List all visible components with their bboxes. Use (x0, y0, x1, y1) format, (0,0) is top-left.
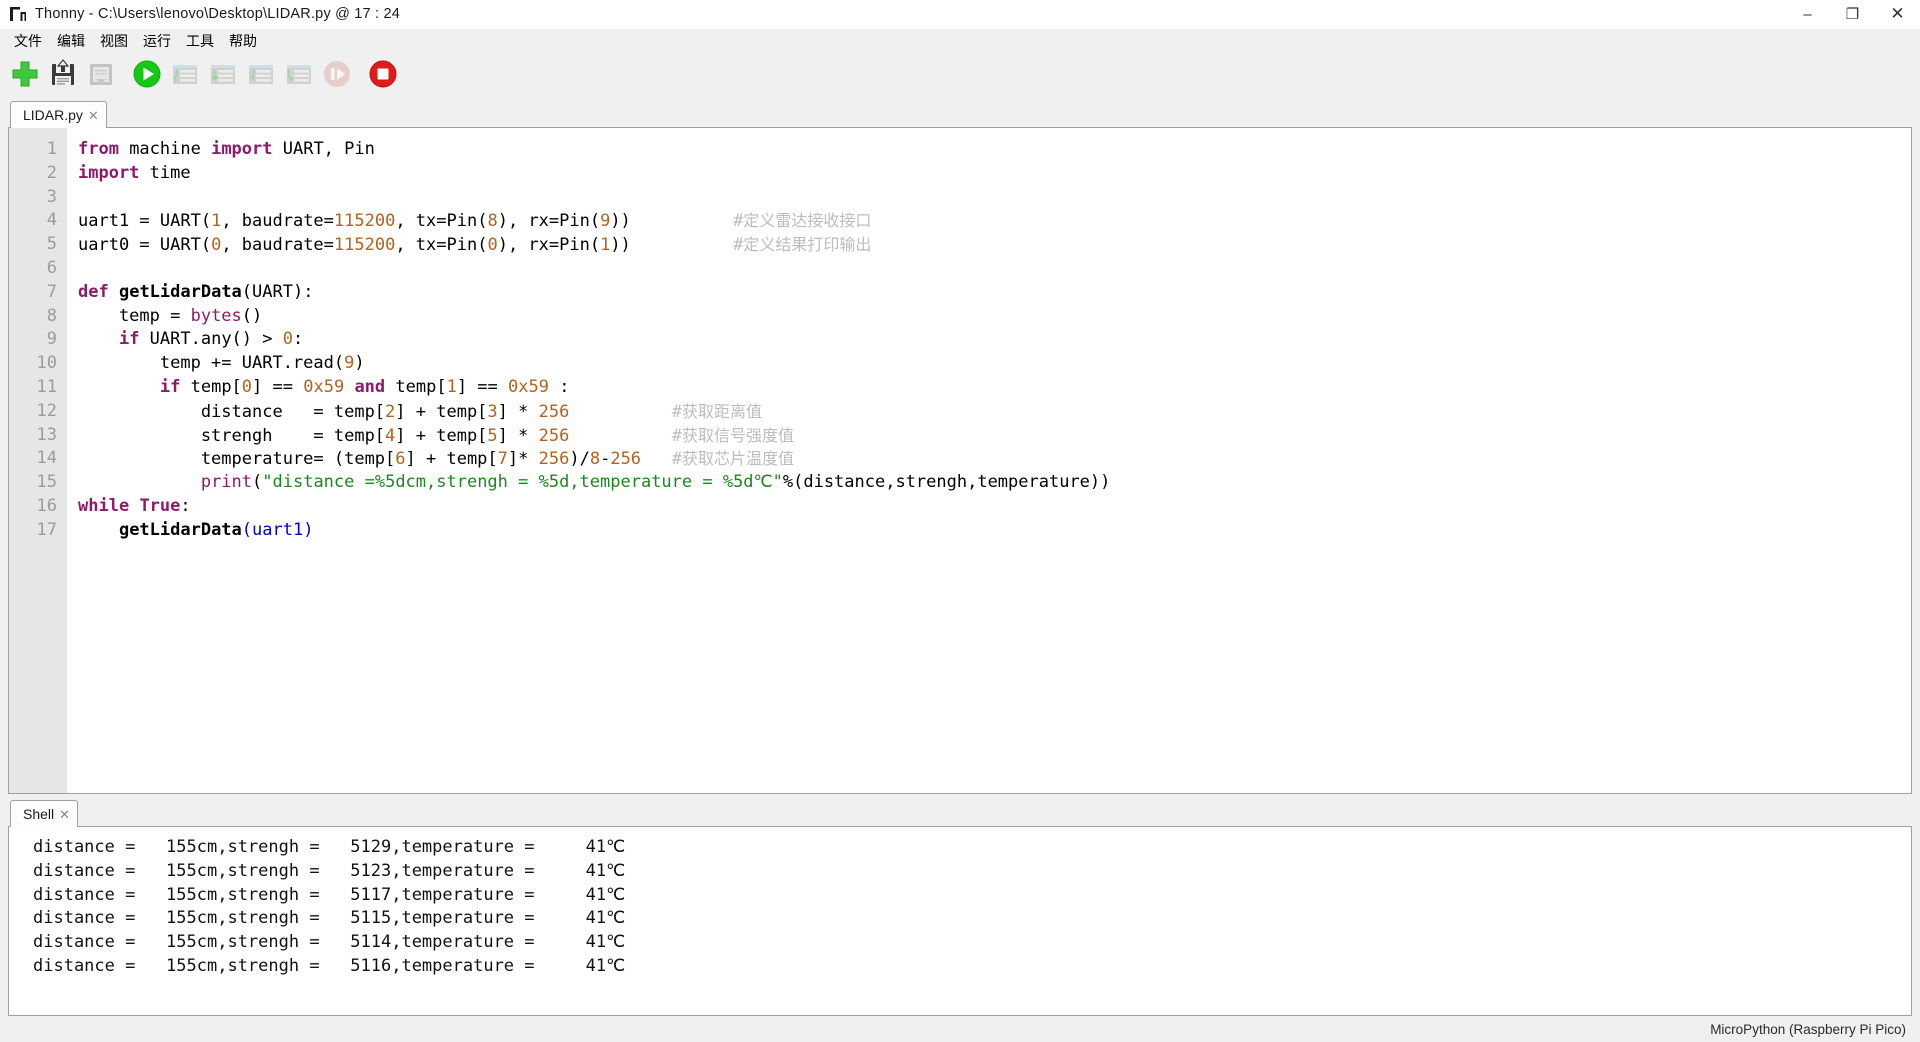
resume-button[interactable] (320, 57, 354, 97)
minimize-button[interactable]: – (1785, 0, 1830, 28)
save-icon (48, 59, 78, 94)
menu-view[interactable]: 视图 (93, 30, 135, 52)
thonny-icon (9, 5, 27, 23)
line-number: 1 (46, 139, 57, 159)
code-line: uart0 = UART(0, baudrate=115200, tx=Pin(… (78, 235, 872, 256)
window-controls: – ❐ ✕ (1785, 0, 1920, 28)
editor-notebook: LIDAR.py ✕ 1 2 3 4 5 6 7 8 9 10 11 12 13 14 15 16 17 fro… (0, 101, 1920, 794)
tab-label: LIDAR.py (23, 107, 83, 123)
shell-line: distance = 155cm,strengh = 5123,temperat… (33, 860, 626, 881)
code-line: distance = temp[2] + temp[3] * 256 #获取距离… (78, 401, 762, 422)
line-number: 17 (36, 519, 57, 540)
interpreter-label[interactable]: MicroPython (Raspberry Pi Pico) (1710, 1022, 1906, 1037)
code-editor[interactable]: 1 2 3 4 5 6 7 8 9 10 11 12 13 14 15 16 17 from machine i… (8, 128, 1912, 794)
shell-notebook: Shell ✕ distance = 155cm,strengh = 5129,… (0, 794, 1920, 1016)
line-number: 9 (46, 329, 57, 350)
code-line: strengh = temp[4] + temp[5] * 256 #获取信号强… (78, 425, 794, 446)
code-line: def getLidarData(UART): (78, 281, 314, 302)
menu-help[interactable]: 帮助 (222, 30, 264, 52)
line-number: 10 (36, 353, 57, 374)
line-number: 16 (36, 495, 57, 516)
thonny-window: Thonny - C:\Users\lenovo\Desktop\LIDAR.p… (0, 0, 1920, 1042)
close-button[interactable]: ✕ (1875, 0, 1920, 28)
shell-line: distance = 155cm,strengh = 5129,temperat… (33, 837, 626, 857)
shell-line: distance = 155cm,strengh = 5116,temperat… (33, 955, 626, 976)
code-line: temp += UART.read(9) (78, 353, 365, 374)
menu-edit[interactable]: 编辑 (50, 30, 92, 52)
code-line: getLidarData(uart1) (118, 519, 314, 540)
line-number: 14 (36, 448, 57, 469)
status-bar: MicroPython (Raspberry Pi Pico) (0, 1016, 1920, 1042)
toolbar (0, 52, 1920, 101)
code-line: print("distance =%5dcm,strengh = %5d,tem… (200, 472, 1111, 493)
code-line: while True: (78, 495, 191, 516)
shell-output-panel[interactable]: distance = 155cm,strengh = 5129,temperat… (8, 827, 1912, 1016)
code-line: temp = bytes() (78, 305, 263, 326)
shell-line: distance = 155cm,strengh = 5115,temperat… (33, 908, 626, 929)
debug-button[interactable] (168, 57, 202, 97)
load-icon (86, 59, 116, 94)
line-number-gutter: 1 2 3 4 5 6 7 8 9 10 11 12 13 14 15 16 17 (9, 128, 67, 793)
window-title: Thonny - C:\Users\lenovo\Desktop\LIDAR.p… (35, 6, 401, 22)
load-file-button[interactable] (84, 57, 118, 97)
shell-line: distance = 155cm,strengh = 5114,temperat… (33, 932, 626, 953)
line-number: 11 (36, 376, 57, 397)
code-line: if UART.any() > 0: (118, 329, 304, 350)
code-line: from machine import UART, Pin (78, 139, 375, 159)
save-file-button[interactable] (46, 57, 80, 97)
shell-tab-row: Shell ✕ (8, 800, 1912, 827)
stop-button[interactable] (366, 57, 400, 97)
tab-shell[interactable]: Shell ✕ (10, 800, 79, 827)
step-into-button[interactable] (244, 57, 278, 97)
step-out-button[interactable] (282, 57, 316, 97)
code-line: import time (78, 162, 191, 183)
close-icon[interactable]: ✕ (88, 109, 99, 122)
line-number: 2 (46, 162, 57, 183)
line-number: 5 (46, 234, 57, 255)
line-number: 15 (36, 472, 57, 493)
shell-output: distance = 155cm,strengh = 5129,temperat… (9, 827, 1911, 979)
shell-line: distance = 155cm,strengh = 5117,temperat… (33, 884, 626, 905)
code-line: temperature= (temp[6] + temp[7]* 256)/8-… (78, 449, 795, 470)
line-number: 4 (46, 210, 57, 231)
line-number: 6 (46, 257, 57, 278)
menu-file[interactable]: 文件 (7, 30, 49, 52)
shell-tab-label: Shell (23, 806, 55, 822)
stop-icon (368, 59, 398, 94)
line-number: 12 (36, 400, 57, 421)
editor-tab-row: LIDAR.py ✕ (8, 101, 1912, 128)
resume-icon (322, 59, 352, 94)
new-file-button[interactable] (8, 57, 42, 97)
tab-lidar-py[interactable]: LIDAR.py ✕ (10, 101, 107, 128)
play-icon (132, 59, 162, 94)
run-button[interactable] (130, 57, 164, 97)
menu-bar: 文件 编辑 视图 运行 工具 帮助 (0, 29, 1920, 52)
line-number: 8 (46, 305, 57, 326)
maximize-button[interactable]: ❐ (1830, 0, 1875, 28)
line-number: 7 (46, 281, 57, 302)
code-content[interactable]: from machine import UART, Pin import time… (67, 128, 1911, 793)
title-bar: Thonny - C:\Users\lenovo\Desktop\LIDAR.p… (0, 0, 1920, 29)
step-over-button[interactable] (206, 57, 240, 97)
code-line: uart1 = UART(1, baudrate=115200, tx=Pin(… (78, 211, 872, 232)
code-line: if temp[0] == 0x59 and temp[1] == 0x59 : (159, 376, 570, 397)
step-out-icon (284, 59, 314, 94)
close-icon[interactable]: ✕ (59, 808, 70, 821)
debug-icon (170, 59, 200, 94)
plus-icon (10, 59, 40, 94)
step-over-icon (208, 59, 238, 94)
menu-tools[interactable]: 工具 (179, 30, 221, 52)
line-number: 13 (36, 424, 57, 445)
step-into-icon (246, 59, 276, 94)
line-number: 3 (46, 186, 57, 207)
menu-run[interactable]: 运行 (136, 30, 178, 52)
